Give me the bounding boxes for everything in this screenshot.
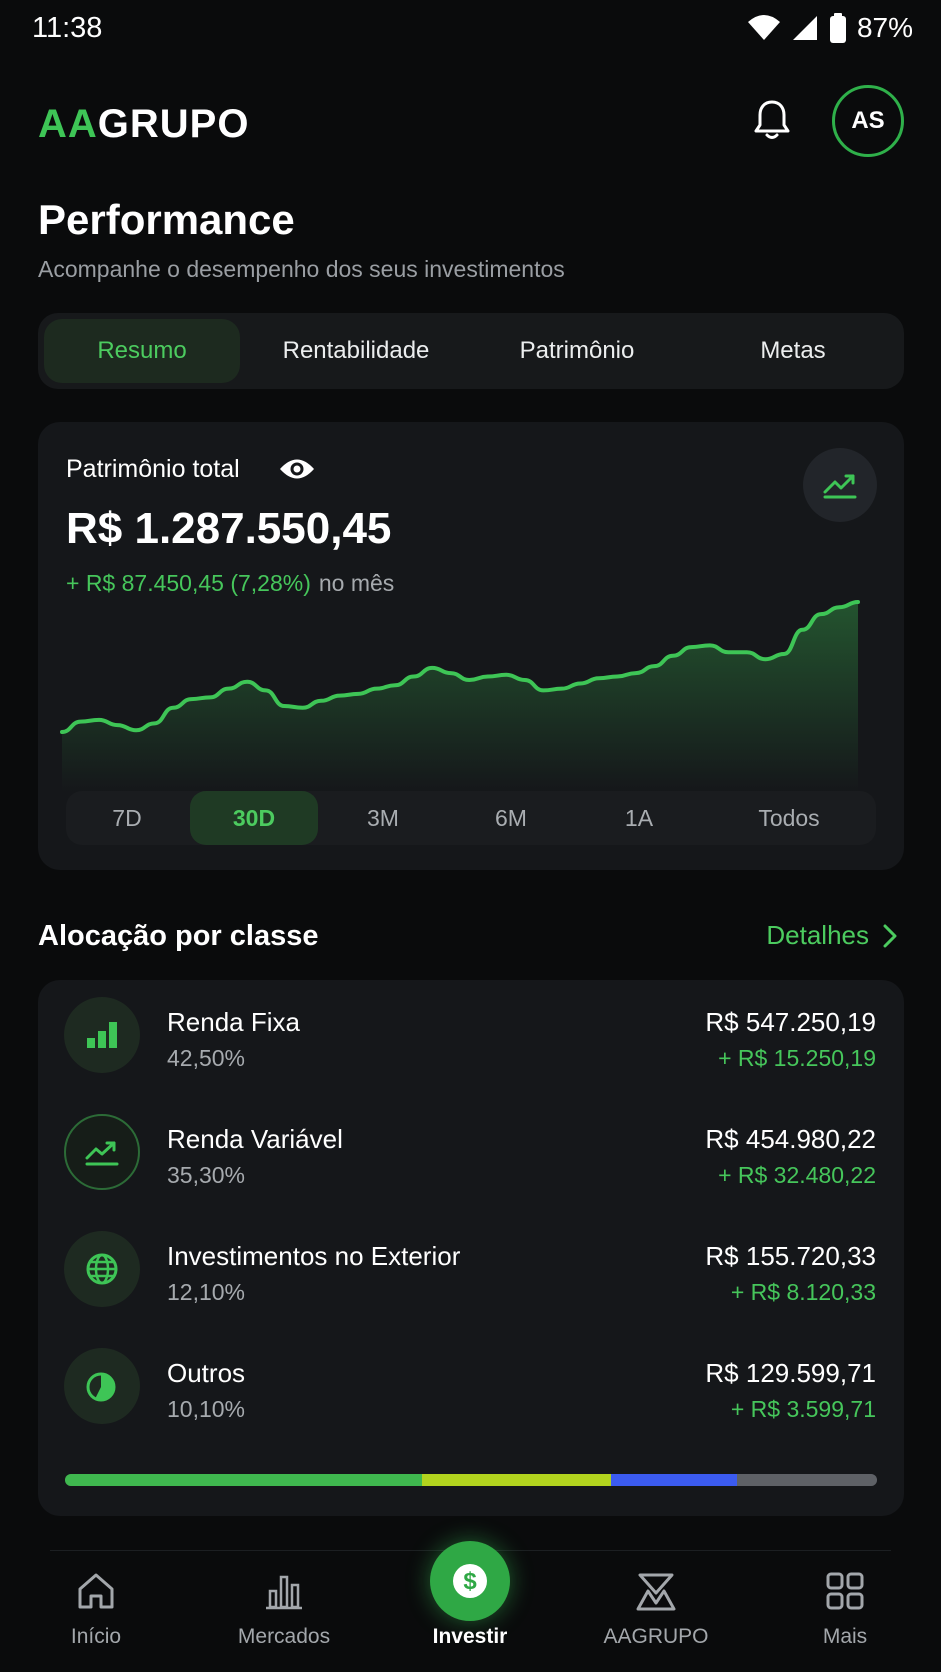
nav-label: Mercados: [237, 1625, 331, 1648]
nav-aagrupo[interactable]: AAGRUPO: [576, 1551, 736, 1672]
nav-mais[interactable]: Mais: [765, 1551, 925, 1672]
allocation-name: Renda Fixa: [167, 1007, 300, 1037]
nav-mercados[interactable]: Mercados: [204, 1551, 364, 1672]
allocation-row[interactable]: Renda Fixa 42,50% R$ 547.250,19 + R$ 15.…: [38, 985, 904, 1085]
wifi-icon: [747, 15, 780, 40]
invest-button: $: [430, 1541, 510, 1621]
tab-rentabilidade[interactable]: Rentabilidade: [246, 319, 466, 383]
allocation-icon: [64, 1231, 140, 1307]
home-icon: [78, 1573, 114, 1609]
allocation-row[interactable]: Investimentos no Exterior 12,10% R$ 155.…: [38, 1219, 904, 1319]
range-7d[interactable]: 7D: [66, 791, 188, 845]
nav-label: Investir: [432, 1625, 508, 1648]
allocation-value: R$ 129.599,71: [705, 1358, 876, 1388]
bell-icon[interactable]: [752, 98, 792, 142]
allocation-percent: 42,50%: [167, 1045, 246, 1071]
allocation-row[interactable]: Renda Variável 35,30% R$ 454.980,22 + R$…: [38, 1102, 904, 1202]
total-label: Patrimônio total: [66, 455, 240, 483]
trend-button[interactable]: [803, 448, 877, 522]
nav-label: AAGRUPO: [603, 1625, 709, 1648]
chart-area: [62, 602, 858, 792]
range-todos[interactable]: Todos: [702, 791, 876, 845]
allocation-gain: + R$ 32.480,22: [718, 1162, 876, 1188]
pie-chart-icon: [86, 1372, 116, 1402]
allocation-value: R$ 155.720,33: [705, 1241, 876, 1271]
tab-resumo[interactable]: Resumo: [44, 319, 240, 383]
app-header: AAGRUPO AS: [0, 80, 941, 165]
signal-icon: [792, 16, 817, 40]
aagrupo-logo-icon: [636, 1573, 676, 1611]
tab-metas[interactable]: Metas: [688, 319, 898, 383]
nav-inicio[interactable]: Início: [16, 1551, 176, 1672]
page-subtitle: Acompanhe o desempenho dos seus investim…: [38, 256, 565, 282]
grid-icon: [826, 1572, 864, 1610]
allocation-bar-segment: [611, 1474, 738, 1486]
status-bar: 11:38 87%: [0, 0, 941, 58]
bar-chart-icon: [87, 1022, 117, 1048]
allocation-gain: + R$ 3.599,71: [730, 1396, 876, 1422]
performance-chart: [60, 600, 860, 792]
battery-percent: 87%: [856, 12, 913, 43]
allocation-name: Investimentos no Exterior: [167, 1241, 461, 1271]
status-icons: 87%: [747, 12, 913, 44]
allocation-icon: [64, 1114, 140, 1190]
allocation-gain: + R$ 15.250,19: [718, 1045, 876, 1071]
chevron-right-icon: [883, 924, 897, 947]
app-logo: AAGRUPO: [38, 102, 250, 146]
svg-text:$: $: [463, 1568, 477, 1595]
avatar[interactable]: AS: [832, 85, 904, 157]
bottom-nav: Início Mercados $ Investir AAGRUPO Mais: [0, 1541, 941, 1672]
tab-patrimonio[interactable]: Patrimônio: [472, 319, 682, 383]
allocation-name: Outros: [167, 1358, 246, 1388]
tab-bar: Resumo Rentabilidade Patrimônio Metas: [38, 313, 904, 389]
allocation-icon: [64, 1348, 140, 1424]
allocation-value: R$ 547.250,19: [705, 1007, 876, 1037]
details-label: Detalhes: [766, 920, 869, 950]
range-1a[interactable]: 1A: [576, 791, 702, 845]
nav-label: Mais: [822, 1625, 868, 1648]
allocation-percent: 35,30%: [167, 1162, 246, 1188]
allocation-bar-segment: [65, 1474, 423, 1486]
allocation-card: Renda Fixa 42,50% R$ 547.250,19 + R$ 15.…: [38, 980, 904, 1516]
status-time: 11:38: [32, 12, 103, 44]
allocation-icon: [64, 997, 140, 1073]
allocation-row[interactable]: Outros 10,10% R$ 129.599,71 + R$ 3.599,7…: [38, 1336, 904, 1436]
range-30d[interactable]: 30D: [190, 791, 318, 845]
allocation-percent: 10,10%: [167, 1396, 246, 1422]
bar-chart-icon: [266, 1575, 302, 1610]
allocation-value: R$ 454.980,22: [705, 1124, 876, 1154]
allocation-name: Renda Variável: [167, 1124, 343, 1154]
allocation-bar: [65, 1474, 877, 1486]
range-3m[interactable]: 3M: [320, 791, 446, 845]
allocation-gain: + R$ 8.120,33: [730, 1279, 876, 1305]
globe-icon: [86, 1253, 118, 1285]
performance-card: Patrimônio total R$ 1.287.550,45 + R$ 87…: [38, 422, 904, 870]
battery-icon: [829, 13, 846, 43]
allocation-percent: 12,10%: [167, 1279, 246, 1305]
details-link[interactable]: Detalhes: [766, 920, 897, 951]
range-6m[interactable]: 6M: [448, 791, 574, 845]
trend-up-icon: [85, 1141, 119, 1166]
allocation-title: Alocação por classe: [38, 920, 319, 952]
eye-icon[interactable]: [278, 456, 316, 482]
range-selector: 7D 30D 3M 6M 1A Todos: [66, 791, 876, 845]
nav-investir[interactable]: $ Investir: [390, 1541, 550, 1672]
trend-up-icon: [823, 474, 857, 499]
allocation-bar-segment: [737, 1474, 877, 1486]
nav-label: Início: [70, 1625, 122, 1648]
page-title: Performance: [38, 196, 295, 243]
dollar-icon: $: [453, 1564, 487, 1598]
total-value: R$ 1.287.550,45: [66, 504, 392, 553]
allocation-bar-segment: [422, 1474, 612, 1486]
